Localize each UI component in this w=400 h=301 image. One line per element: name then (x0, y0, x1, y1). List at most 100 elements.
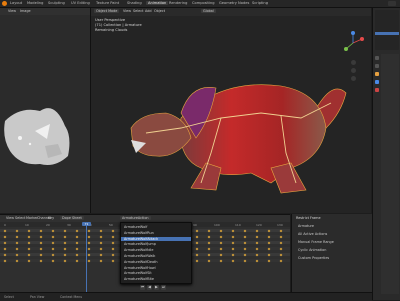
keyframe-diamond[interactable] (243, 241, 247, 244)
blender-logo-icon[interactable] (2, 1, 7, 6)
keyframe-diamond[interactable] (207, 241, 211, 244)
keyframe-diamond[interactable] (279, 229, 283, 232)
keyframe-diamond[interactable] (27, 253, 31, 256)
keyframe-diamond[interactable] (279, 253, 283, 256)
keyframe-diamond[interactable] (255, 235, 259, 238)
keyframe-diamond[interactable] (255, 247, 259, 250)
keyframe-diamond[interactable] (63, 253, 67, 256)
current-frame-indicator[interactable]: 71 (82, 222, 91, 226)
keyframe-diamond[interactable] (207, 247, 211, 250)
keyframe-diamond[interactable] (39, 241, 43, 244)
keyframe-diamond[interactable] (243, 235, 247, 238)
workspace-tab-animation[interactable]: Animation (146, 1, 169, 5)
keyframe-diamond[interactable] (3, 253, 7, 256)
keyframe-diamond[interactable] (63, 241, 67, 244)
outliner-area[interactable] (375, 10, 399, 50)
keyframe-diamond[interactable] (231, 253, 235, 256)
keyframe-diamond[interactable] (219, 247, 223, 250)
keyframe-diamond[interactable] (207, 229, 211, 232)
workspace-tab-modeling[interactable]: Modeling (27, 1, 43, 5)
keyframe-diamond[interactable] (111, 241, 115, 244)
keyframe-diamond[interactable] (27, 259, 31, 262)
modifier-properties-icon[interactable] (375, 80, 379, 84)
ds-key-menu[interactable]: Key (48, 216, 54, 220)
keyframe-diamond[interactable] (63, 259, 67, 262)
keyframe-diamond[interactable] (231, 241, 235, 244)
material-properties-icon[interactable] (375, 88, 379, 92)
sidebar-panel-title[interactable]: Restrict Frame (296, 216, 321, 220)
sidebar-property-row[interactable]: Manual Frame Range (298, 240, 334, 244)
sidebar-property-row[interactable]: Cyclic Animation (298, 248, 326, 252)
workspace-tab-layout[interactable]: Layout (10, 1, 22, 5)
add-menu[interactable]: Add (145, 9, 152, 13)
keyframe-diamond[interactable] (255, 229, 259, 232)
keyframe-diamond[interactable] (87, 259, 91, 262)
keyframe-diamond[interactable] (111, 247, 115, 250)
red-wolf-model[interactable] (121, 58, 361, 198)
keyframe-diamond[interactable] (195, 253, 199, 256)
keyframe-diamond[interactable] (3, 229, 7, 232)
keyframe-diamond[interactable] (279, 259, 283, 262)
keyframe-diamond[interactable] (195, 235, 199, 238)
keyframe-diamond[interactable] (75, 253, 79, 256)
keyframe-diamond[interactable] (219, 229, 223, 232)
outliner-selected-row[interactable] (375, 32, 399, 35)
keyframe-diamond[interactable] (51, 241, 55, 244)
keyframe-diamond[interactable] (99, 247, 103, 250)
select-menu[interactable]: Select (133, 9, 143, 13)
output-properties-icon[interactable] (375, 64, 379, 68)
ds-mode-dropdown[interactable]: Dope Sheet (60, 216, 84, 220)
keyframe-diamond[interactable] (51, 247, 55, 250)
keyframe-diamond[interactable] (63, 229, 67, 232)
keyframe-diamond[interactable] (255, 241, 259, 244)
keyframe-diamond[interactable] (87, 241, 91, 244)
action-browse-dropdown[interactable]: ArmatureWolf ArmatureWolfRun ArmatureWolfA… (120, 222, 192, 284)
keyframe-diamond[interactable] (207, 259, 211, 262)
keyframe-diamond[interactable] (279, 235, 283, 238)
action-list-item[interactable]: ArmatureWolfWalk (124, 254, 155, 258)
sidebar-property-row[interactable]: Armature (298, 224, 314, 228)
object-properties-icon[interactable] (375, 72, 379, 76)
keyframe-diamond[interactable] (15, 253, 19, 256)
keyframe-diamond[interactable] (27, 235, 31, 238)
workspace-tab-sculpting[interactable]: Sculpting (48, 1, 65, 5)
action-list-item[interactable]: ArmatureWolfBite (124, 277, 154, 281)
keyframe-diamond[interactable] (255, 259, 259, 262)
keyframe-diamond[interactable] (243, 229, 247, 232)
keyframe-diamond[interactable] (219, 253, 223, 256)
transform-orientation-dropdown[interactable]: Global (201, 9, 216, 13)
action-list-item[interactable]: ArmatureWolfHowl (124, 266, 156, 270)
keyframe-diamond[interactable] (267, 229, 271, 232)
keyframe-diamond[interactable] (279, 247, 283, 250)
keyframe-diamond[interactable] (87, 253, 91, 256)
keyframe-diamond[interactable] (195, 259, 199, 262)
keyframe-diamond[interactable] (15, 229, 19, 232)
keyframe-diamond[interactable] (51, 235, 55, 238)
keyframe-diamond[interactable] (255, 253, 259, 256)
sidebar-property-row[interactable]: All Active Actions (298, 232, 327, 236)
keyframe-diamond[interactable] (219, 259, 223, 262)
3d-viewport[interactable]: Object Mode View Select Add Object Globa… (91, 8, 371, 213)
keyframe-diamond[interactable] (207, 253, 211, 256)
keyframe-diamond[interactable] (27, 241, 31, 244)
jump-end-icon[interactable]: ⏭ (161, 285, 166, 290)
keyframe-diamond[interactable] (63, 235, 67, 238)
keyframe-diamond[interactable] (3, 259, 7, 262)
keyframe-diamond[interactable] (75, 229, 79, 232)
keyframe-diamond[interactable] (51, 259, 55, 262)
workspace-tab-compositing[interactable]: Compositing (192, 1, 215, 5)
keyframe-diamond[interactable] (75, 241, 79, 244)
keyframe-diamond[interactable] (3, 241, 7, 244)
keyframe-diamond[interactable] (15, 247, 19, 250)
keyframe-diamond[interactable] (39, 247, 43, 250)
image-editor-image-menu[interactable]: Image (20, 9, 31, 13)
keyframe-diamond[interactable] (99, 235, 103, 238)
keyframe-diamond[interactable] (3, 247, 7, 250)
workspace-tab-rendering[interactable]: Rendering (169, 1, 187, 5)
navigation-gizmo[interactable] (341, 30, 365, 56)
play-reverse-icon[interactable]: ◀ (147, 285, 152, 290)
object-menu[interactable]: Object (154, 9, 165, 13)
ds-marker-menu[interactable]: Marker (26, 216, 38, 220)
action-list-item[interactable]: ArmatureWolfIdle (124, 248, 153, 252)
keyframe-diamond[interactable] (27, 247, 31, 250)
